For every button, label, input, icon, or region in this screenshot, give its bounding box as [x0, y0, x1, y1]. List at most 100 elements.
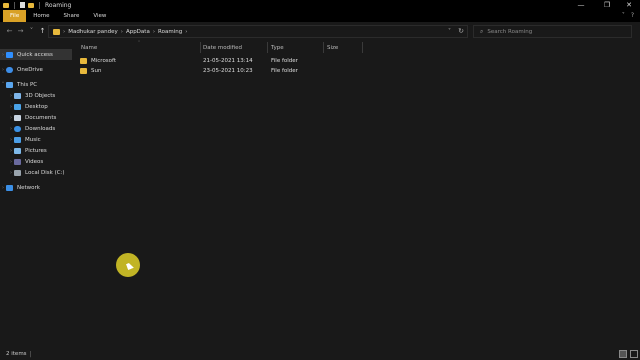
expand-ribbon-button[interactable]: ˅	[622, 12, 625, 19]
folder-icon	[53, 28, 60, 35]
column-divider[interactable]	[323, 42, 324, 53]
tab-home[interactable]: Home	[26, 10, 56, 22]
download-icon	[14, 125, 21, 132]
folder-icon	[3, 2, 9, 8]
item-count: 2 items	[6, 351, 27, 357]
star-icon	[6, 51, 13, 58]
sidebar-item-desktop[interactable]: › Desktop	[0, 101, 72, 112]
table-row[interactable]: Microsoft 21-05-2021 13:14 File folder	[80, 56, 410, 66]
quick-access-toolbar	[0, 1, 42, 9]
file-name: Sun	[91, 68, 102, 74]
column-divider[interactable]	[200, 42, 201, 53]
pictures-icon	[14, 147, 21, 154]
refresh-button[interactable]: ↻	[458, 27, 464, 35]
file-name: Microsoft	[91, 58, 117, 64]
toolbar-divider	[14, 1, 15, 9]
forward-button[interactable]: →	[15, 24, 26, 38]
sidebar-item-network[interactable]: › Network	[0, 182, 72, 193]
address-row: ← → ˅ ↑ › Madhukar pandey › AppData › Ro…	[0, 22, 640, 40]
tab-share[interactable]: Share	[56, 10, 86, 22]
computer-icon	[6, 81, 13, 88]
sidebar-item-this-pc[interactable]: ˅ This PC	[0, 79, 72, 90]
close-button[interactable]: ✕	[618, 0, 640, 10]
column-header-label: Date modified	[203, 44, 242, 51]
address-bar[interactable]: › Madhukar pandey › AppData › Roaming › …	[48, 25, 468, 38]
sidebar-item-label: This PC	[17, 81, 38, 88]
file-type: File folder	[271, 68, 298, 74]
column-header-date-modified[interactable]: Date modified	[203, 42, 242, 53]
sidebar-item-onedrive[interactable]: › OneDrive	[0, 64, 72, 75]
help-button[interactable]: ?	[631, 12, 634, 19]
navigation-pane: › Quick access › OneDrive ˅ This PC › 3D…	[0, 42, 72, 348]
ribbon-tabs: File Home Share View ˅ ?	[0, 10, 640, 22]
column-header-type[interactable]: Type	[271, 42, 284, 53]
breadcrumb-item[interactable]: AppData	[123, 29, 153, 35]
search-input[interactable]	[487, 28, 628, 35]
window-title: Roaming	[45, 1, 72, 9]
new-folder-icon[interactable]	[28, 2, 34, 8]
sidebar-item-label: Pictures	[25, 147, 47, 154]
sidebar-item-label: Downloads	[25, 125, 56, 132]
sidebar-item-label: Music	[25, 136, 41, 143]
breadcrumb-item[interactable]: Roaming	[155, 29, 185, 35]
sidebar-item-videos[interactable]: › Videos	[0, 156, 72, 167]
column-header-name[interactable]: Name	[81, 42, 97, 53]
maximize-button[interactable]: ❐	[596, 0, 618, 10]
column-header-size[interactable]: Size	[327, 42, 338, 53]
search-box[interactable]: ⌕	[473, 25, 632, 38]
status-divider: |	[29, 350, 32, 358]
toolbar-divider	[39, 1, 40, 9]
sidebar-item-local-disk[interactable]: › Local Disk (C:)	[0, 167, 72, 178]
back-button[interactable]: ←	[4, 24, 15, 38]
breadcrumb-item[interactable]: Madhukar pandey	[65, 29, 121, 35]
sidebar-item-label: 3D Objects	[25, 92, 56, 99]
cloud-icon	[6, 66, 13, 73]
sidebar-item-label: OneDrive	[17, 66, 43, 73]
tab-view[interactable]: View	[86, 10, 113, 22]
column-header-label: Type	[271, 44, 284, 51]
details-view-button[interactable]	[619, 350, 627, 358]
music-icon	[14, 136, 21, 143]
sidebar-item-label: Local Disk (C:)	[25, 169, 65, 176]
sidebar-item-label: Videos	[25, 158, 44, 165]
search-icon: ⌕	[480, 27, 484, 35]
folder-icon	[80, 68, 87, 74]
minimize-button[interactable]: —	[570, 0, 592, 10]
videos-icon	[14, 158, 21, 165]
status-bar: 2 items |	[0, 348, 640, 360]
tab-file[interactable]: File	[3, 10, 27, 22]
sidebar-item-downloads[interactable]: › Downloads	[0, 123, 72, 134]
properties-icon[interactable]	[20, 2, 25, 8]
large-icons-view-button[interactable]	[630, 350, 638, 358]
column-divider[interactable]	[267, 42, 268, 53]
column-header-label: Name	[81, 44, 98, 51]
file-list: Name ˄ Date modified Type Size Microsoft…	[72, 40, 640, 348]
title-bar: Roaming — ❐ ✕	[0, 0, 640, 10]
sidebar-item-label: Network	[17, 184, 40, 191]
breadcrumb-separator[interactable]: ›	[185, 29, 187, 35]
folder-icon	[80, 58, 87, 64]
documents-icon	[14, 114, 21, 121]
column-divider[interactable]	[362, 42, 363, 53]
column-header-label: Size	[327, 44, 339, 51]
sidebar-item-label: Quick access	[17, 51, 53, 58]
sidebar-item-pictures[interactable]: › Pictures	[0, 145, 72, 156]
up-button[interactable]: ↑	[37, 24, 48, 38]
file-date-modified: 21-05-2021 13:14	[203, 58, 253, 64]
sort-ascending-icon: ˄	[138, 40, 140, 45]
file-date-modified: 23-05-2021 10:23	[203, 68, 253, 74]
sidebar-item-quick-access[interactable]: › Quick access	[0, 49, 72, 60]
cube-icon	[14, 92, 21, 99]
table-row[interactable]: Sun 23-05-2021 10:23 File folder	[80, 66, 410, 76]
sidebar-item-documents[interactable]: › Documents	[0, 112, 72, 123]
disk-icon	[14, 169, 21, 176]
recent-locations-button[interactable]: ˅	[26, 24, 37, 38]
file-type: File folder	[271, 58, 298, 64]
sidebar-item-3d-objects[interactable]: › 3D Objects	[0, 90, 72, 101]
desktop-icon	[14, 103, 21, 110]
sidebar-item-label: Documents	[25, 114, 57, 121]
network-icon	[6, 184, 13, 191]
sidebar-item-label: Desktop	[25, 103, 48, 110]
sidebar-item-music[interactable]: › Music	[0, 134, 72, 145]
address-dropdown-button[interactable]: ˅	[448, 28, 451, 35]
